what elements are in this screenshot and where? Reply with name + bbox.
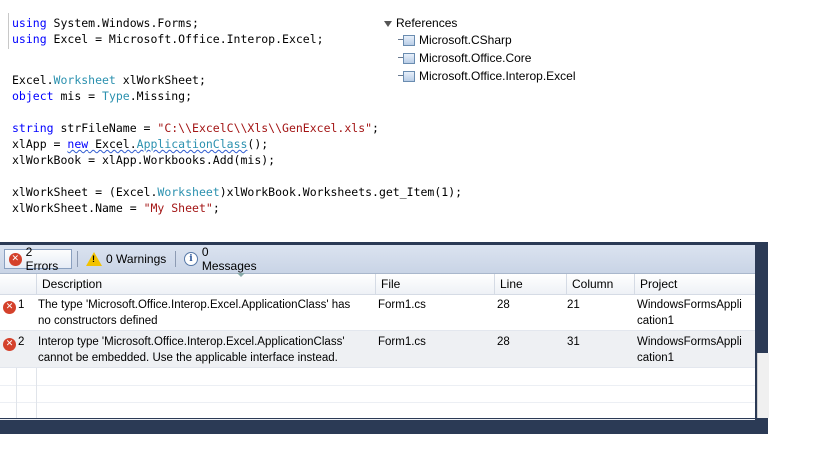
header-line[interactable]: Line: [494, 274, 566, 294]
error-description: Interop type 'Microsoft.Office.Interop.E…: [38, 336, 345, 364]
error-line: 28: [497, 299, 510, 311]
code-line-1: using System.Windows.Forms;: [12, 16, 199, 30]
reference-item[interactable]: Microsoft.Office.Interop.Excel: [398, 67, 576, 85]
error-project: WindowsFormsAppli cation1: [637, 299, 742, 327]
messages-filter-button[interactable]: i0 Messages: [180, 245, 270, 273]
error-icon: ✕: [3, 301, 16, 314]
header-icon-col[interactable]: [0, 274, 36, 294]
toolbar-separator: [77, 251, 78, 267]
error-line: 28: [497, 336, 510, 348]
reference-icon: [398, 35, 416, 46]
error-icon: ✕: [3, 338, 16, 351]
error-file: Form1.cs: [378, 336, 426, 348]
reference-icon: [398, 71, 416, 82]
reference-item[interactable]: Microsoft.CSharp: [398, 31, 512, 49]
error-file: Form1.cs: [378, 299, 426, 311]
change-marker: [8, 13, 9, 49]
error-description: The type 'Microsoft.Office.Interop.Excel…: [38, 299, 351, 327]
code-line-4: object mis = Type.Missing;: [12, 89, 193, 103]
error-column: 21: [567, 299, 580, 311]
error-row[interactable]: ✕ 1 The type 'Microsoft.Office.Interop.E…: [0, 294, 755, 331]
toolbar-separator: [175, 251, 176, 267]
grid-header: Description File Line Column Project: [0, 273, 755, 295]
errors-filter-button[interactable]: ✕ 2 Errors: [4, 245, 72, 273]
error-project: WindowsFormsAppli cation1: [637, 336, 742, 364]
sort-icon: [237, 273, 245, 277]
error-list-panel: ✕ 2 Errors ! 0 Warnings i0 Messages Descri…: [0, 242, 769, 434]
references-node[interactable]: References: [384, 16, 457, 30]
header-file[interactable]: File: [375, 274, 494, 294]
error-list-toolbar: ✕ 2 Errors ! 0 Warnings i0 Messages: [0, 245, 755, 274]
code-line-7: xlWorkBook = xlApp.Workbooks.Add(mis);: [12, 153, 276, 167]
error-row[interactable]: ✕ 2 Interop type 'Microsoft.Office.Inter…: [0, 331, 755, 368]
code-line-6: xlApp = new Excel.ApplicationClass();: [12, 137, 269, 151]
code-line-5: string strFileName = "C:\\ExcelC\\Xls\\G…: [12, 121, 379, 135]
error-icon: ✕: [9, 252, 22, 266]
info-icon: i: [184, 252, 198, 266]
reference-item[interactable]: Microsoft.Office.Core: [398, 49, 531, 67]
error-grid: Description File Line Column Project ✕ 1…: [0, 273, 755, 420]
empty-row: [0, 385, 755, 403]
code-line-2: using Excel = Microsoft.Office.Interop.E…: [12, 32, 324, 46]
header-column[interactable]: Column: [566, 274, 634, 294]
empty-row: [0, 402, 755, 420]
code-line-3: Excel.Worksheet xlWorkSheet;: [12, 73, 206, 87]
warnings-filter-button[interactable]: ! 0 Warnings: [82, 249, 172, 269]
code-line-8: xlWorkSheet = (Excel.Worksheet)xlWorkBoo…: [12, 185, 463, 199]
code-line-9: xlWorkSheet.Name = "My Sheet";: [12, 201, 220, 215]
header-project[interactable]: Project: [634, 274, 755, 294]
header-description[interactable]: Description: [36, 273, 375, 294]
grid-line: [36, 368, 37, 418]
error-number: 1: [18, 299, 25, 311]
error-number: 2: [18, 336, 25, 348]
vertical-scrollbar[interactable]: [757, 353, 769, 418]
empty-row: [0, 368, 755, 386]
error-column: 31: [567, 336, 580, 348]
warning-icon: !: [86, 252, 102, 266]
grid-line: [16, 368, 17, 418]
error-squiggle[interactable]: ApplicationClass: [137, 137, 248, 151]
reference-icon: [398, 53, 416, 64]
expand-arrow-icon[interactable]: [384, 20, 392, 27]
